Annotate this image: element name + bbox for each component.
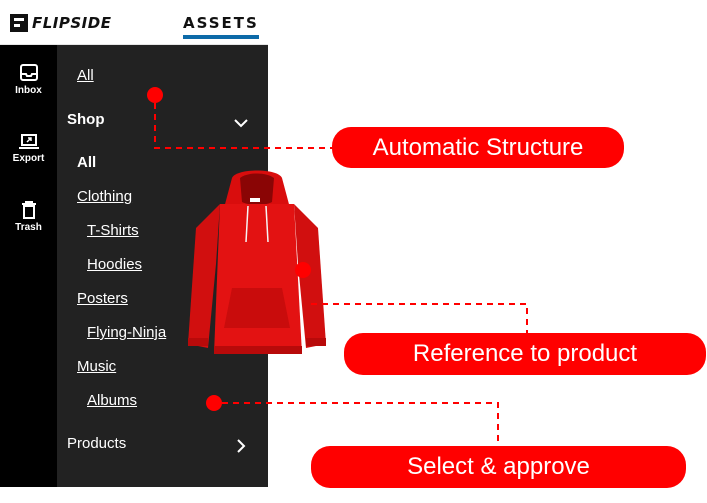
callout-dot-select — [206, 395, 222, 411]
callout-dot-structure — [147, 87, 163, 103]
callout-select-approve: Select & approve — [311, 446, 686, 488]
callout-automatic-structure: Automatic Structure — [332, 127, 624, 168]
callout-reference-to-product: Reference to product — [344, 333, 706, 375]
callout-connectors — [147, 87, 528, 448]
callout-dot-reference — [295, 262, 311, 278]
